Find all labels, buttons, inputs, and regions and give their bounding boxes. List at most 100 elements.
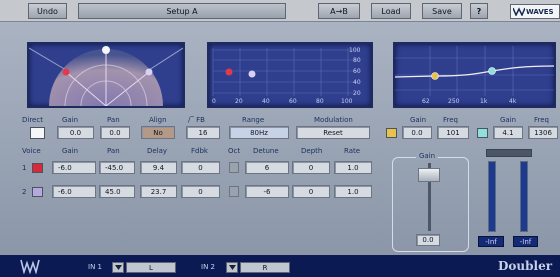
meter-left <box>488 161 496 232</box>
eq2-gain-field[interactable]: 4.1 <box>493 126 523 139</box>
x-tick: 20 <box>235 98 243 105</box>
voice-fdbk-header: Fdbk <box>191 147 208 155</box>
voice1-detune-field[interactable]: 6 <box>245 161 289 174</box>
direct-gain-field[interactable]: 0.0 <box>57 126 94 139</box>
x-tick: 60 <box>289 98 297 105</box>
waves-logo: WAVES <box>510 4 560 19</box>
voice-delay-header: Delay <box>147 147 168 155</box>
x-tick: 62 <box>422 98 430 105</box>
fb-label: ∕‾ FB <box>188 116 205 124</box>
ab-compare-button[interactable]: A→B <box>318 3 360 19</box>
voice2-pan-field[interactable]: 45.0 <box>99 185 135 198</box>
in1-dropdown-arrow[interactable] <box>112 262 124 273</box>
direct-enable-button[interactable] <box>30 127 45 139</box>
in2-label: IN 2 <box>201 263 215 271</box>
y-tick: 80 <box>353 57 361 64</box>
meter-left-readout[interactable]: -Inf <box>478 236 504 247</box>
voice-gain-header: Gain <box>62 147 79 155</box>
voice1-pan-marker[interactable] <box>62 68 70 76</box>
in2-dropdown-arrow[interactable] <box>226 262 238 273</box>
save-button[interactable]: Save <box>422 3 462 19</box>
meter-right-readout[interactable]: -Inf <box>513 236 538 247</box>
voice2-delay-field[interactable]: 23.7 <box>140 185 177 198</box>
voice1-depth-field[interactable]: 0 <box>292 161 330 174</box>
voice2-delay-marker[interactable] <box>248 70 256 78</box>
in2-select[interactable]: R <box>240 262 290 273</box>
voice2-gain-field[interactable]: -6.0 <box>52 185 96 198</box>
voice-header: Voice <box>22 147 41 155</box>
output-gain-field[interactable]: 0.0 <box>416 234 440 246</box>
product-name: Doubler <box>498 259 553 273</box>
range-label: Range <box>242 116 265 124</box>
load-button[interactable]: Load <box>371 3 411 19</box>
eq2-gain-label: Gain <box>500 116 517 124</box>
eq2-freq-label: Freq <box>534 116 549 124</box>
spectrum-display: 100 80 60 40 20 0 20 40 60 80 100 <box>207 42 373 108</box>
eq-band2-handle[interactable] <box>488 67 496 75</box>
x-tick: 80 <box>316 98 324 105</box>
eq1-enable-button[interactable] <box>386 128 397 138</box>
waves-logo-text: WAVES <box>526 7 554 16</box>
voice1-gain-field[interactable]: -6.0 <box>52 161 96 174</box>
range-field[interactable]: 80Hz <box>229 126 289 139</box>
x-tick: 1k <box>480 98 488 105</box>
y-tick: 100 <box>349 47 361 54</box>
voice1-rate-field[interactable]: 1.0 <box>334 161 372 174</box>
voice1-oct-toggle[interactable] <box>229 162 239 173</box>
voice2-oct-toggle[interactable] <box>229 186 239 197</box>
direct-pan-label: Pan <box>107 116 120 124</box>
x-tick: 0 <box>212 98 216 105</box>
voice2-detune-field[interactable]: -6 <box>245 185 289 198</box>
direct-pan-marker[interactable] <box>102 46 110 54</box>
voice2-enable-button[interactable] <box>32 187 43 197</box>
meter-peak-bar <box>486 149 532 157</box>
voice2-fdbk-field[interactable]: 0 <box>181 185 220 198</box>
eq2-freq-field[interactable]: 1306 <box>528 126 558 139</box>
fb-field[interactable]: 16 <box>186 126 220 139</box>
voice1-delay-marker[interactable] <box>225 68 233 76</box>
x-tick: 4k <box>509 98 517 105</box>
eq-band1-handle[interactable] <box>431 72 439 80</box>
meter-right <box>520 161 528 232</box>
voice-oct-header: Oct <box>228 147 241 155</box>
voice1-delay-field[interactable]: 9.4 <box>140 161 177 174</box>
in1-label: IN 1 <box>88 263 102 271</box>
toolbar: Undo Setup A A→B Load Save ? WAVES <box>0 0 560 22</box>
voice2-rate-field[interactable]: 1.0 <box>334 185 372 198</box>
pan-display[interactable] <box>27 42 185 108</box>
bottom-bar: IN 1 L IN 2 R Doubler <box>0 255 560 277</box>
direct-label: Direct <box>22 116 43 124</box>
output-gain-slider-thumb[interactable] <box>418 168 440 182</box>
eq2-enable-button[interactable] <box>477 128 488 138</box>
modulation-reset-button[interactable]: Reset <box>296 126 370 139</box>
voice-pan-header: Pan <box>107 147 120 155</box>
preset-name-field[interactable]: Setup A <box>78 3 286 19</box>
voice1-fdbk-field[interactable]: 0 <box>181 161 220 174</box>
chevron-down-icon <box>114 265 122 270</box>
eq1-gain-field[interactable]: 0.0 <box>402 126 432 139</box>
eq-display[interactable]: 62 250 1k 4k <box>393 42 556 108</box>
voice1-enable-button[interactable] <box>32 163 43 173</box>
eq1-gain-label: Gain <box>410 116 427 124</box>
align-label: Align <box>149 116 167 124</box>
direct-pan-field[interactable]: 0.0 <box>100 126 130 139</box>
align-toggle[interactable]: No <box>141 126 175 139</box>
y-tick: 40 <box>353 79 361 86</box>
modulation-label: Modulation <box>314 116 353 124</box>
in1-select[interactable]: L <box>126 262 176 273</box>
y-tick: 20 <box>353 90 361 97</box>
voice2-depth-field[interactable]: 0 <box>292 185 330 198</box>
voice1-number: 1 <box>22 164 27 172</box>
direct-gain-label: Gain <box>62 116 79 124</box>
voice1-pan-field[interactable]: -45.0 <box>99 161 135 174</box>
help-button[interactable]: ? <box>470 3 488 19</box>
eq1-freq-label: Freq <box>443 116 458 124</box>
voice2-pan-marker[interactable] <box>145 68 153 76</box>
voice2-number: 2 <box>22 188 27 196</box>
chevron-down-icon <box>228 265 236 270</box>
y-tick: 60 <box>353 68 361 75</box>
undo-button[interactable]: Undo <box>28 3 67 19</box>
voice-detune-header: Detune <box>253 147 279 155</box>
eq1-freq-field[interactable]: 101 <box>437 126 469 139</box>
waves-w-icon <box>20 259 40 274</box>
